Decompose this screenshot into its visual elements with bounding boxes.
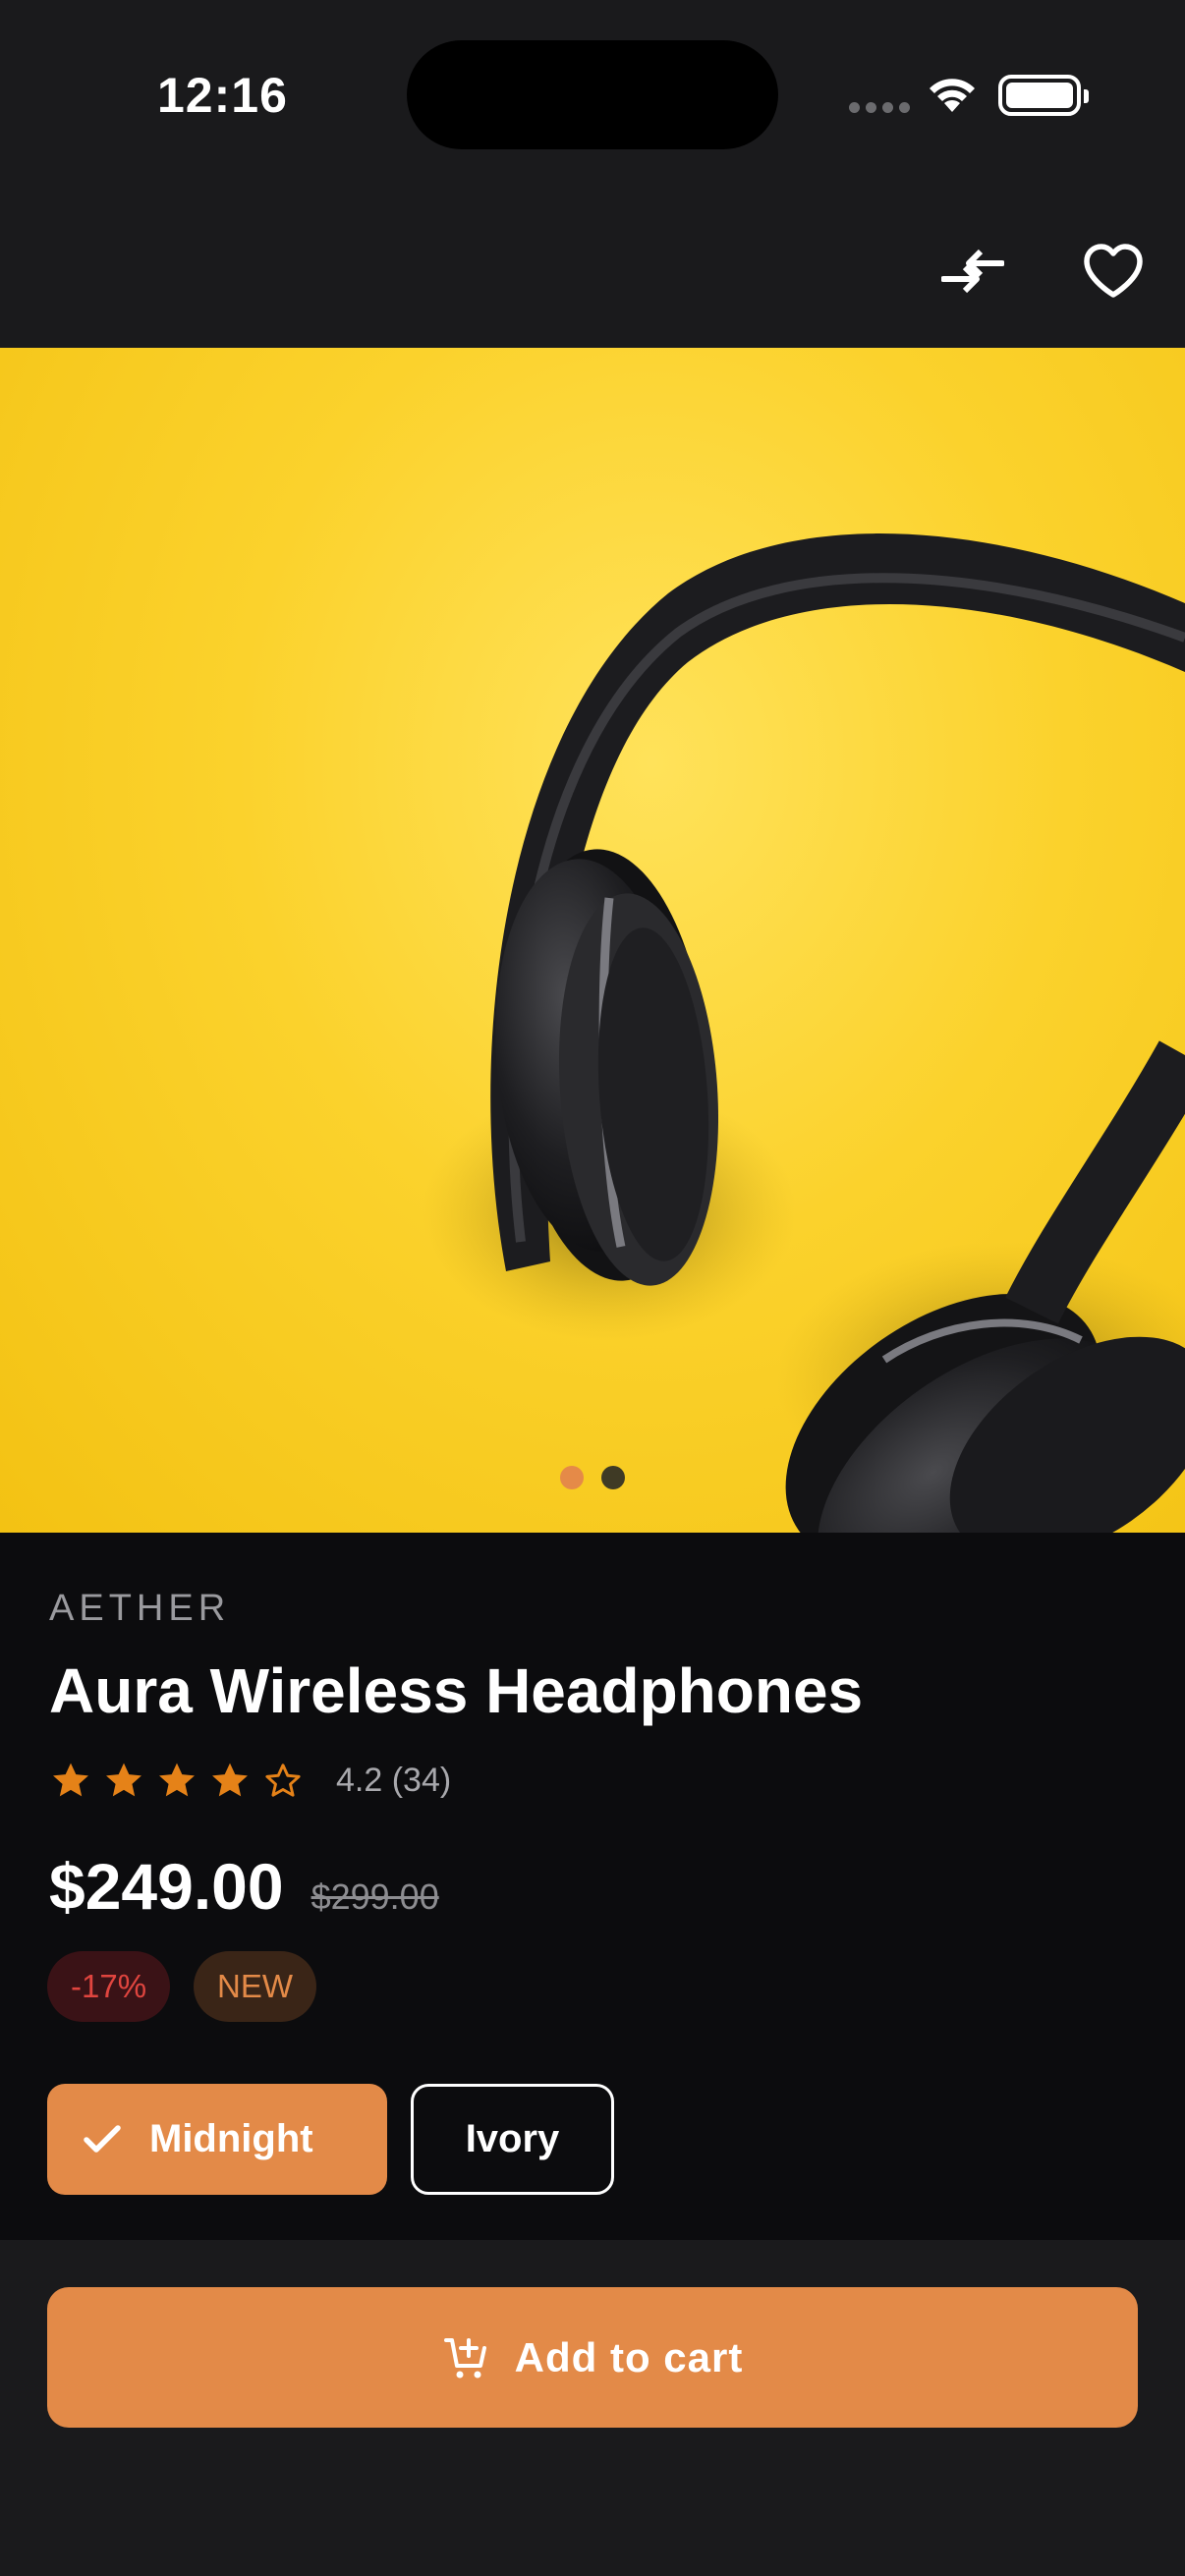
add-to-cart-label: Add to cart: [514, 2333, 744, 2380]
star-filled-icon: [53, 1763, 88, 1797]
top-action-bar: [0, 177, 1185, 348]
product-info: AETHER Aura Wireless Headphones 4.2 (34)…: [0, 1533, 1185, 2240]
pagination-dot[interactable]: [601, 1466, 625, 1489]
favorite-button[interactable]: [1074, 232, 1153, 310]
star-filled-icon: [106, 1763, 141, 1797]
variant-ivory[interactable]: Ivory: [411, 2084, 614, 2195]
rating-text: 4.2 (34): [336, 1761, 452, 1799]
product-image[interactable]: [0, 348, 1185, 1533]
star-filled-icon: [212, 1763, 248, 1797]
current-price: $249.00: [49, 1850, 284, 1923]
product-rating[interactable]: 4.2 (34): [49, 1759, 451, 1802]
cellular-signal-icon: [849, 102, 910, 113]
headphones-illustration: [423, 533, 1185, 1533]
color-variants: Midnight Ivory: [47, 2084, 614, 2195]
battery-icon: [998, 75, 1089, 116]
wifi-icon: [930, 79, 975, 112]
product-title: Aura Wireless Headphones: [49, 1655, 864, 1726]
check-icon: [84, 2124, 121, 2153]
bottom-action-bar: Add to cart: [0, 2240, 1185, 2576]
new-badge: NEW: [194, 1951, 317, 2022]
discount-badge: -17%: [47, 1951, 171, 2022]
add-to-cart-button[interactable]: Add to cart: [47, 2287, 1138, 2428]
status-bar: 12:16: [0, 0, 1185, 177]
star-outline-icon: [265, 1764, 301, 1797]
dynamic-island: [407, 40, 778, 149]
product-brand: AETHER: [49, 1588, 231, 1629]
compare-arrows-icon: [941, 249, 1004, 294]
variant-midnight[interactable]: Midnight: [47, 2084, 387, 2195]
original-price: $299.00: [310, 1876, 439, 1917]
compare-button[interactable]: [933, 232, 1012, 310]
status-time: 12:16: [157, 68, 288, 123]
rating-stars: [49, 1759, 305, 1802]
star-filled-icon: [159, 1763, 195, 1797]
add-shopping-cart-icon: [443, 2337, 486, 2378]
variant-label: Midnight: [149, 2117, 313, 2160]
product-badges: -17% NEW: [47, 1951, 317, 2022]
heart-outline-icon: [1084, 244, 1143, 298]
gallery-pagination: [0, 1466, 1185, 1489]
variant-label: Ivory: [465, 2117, 560, 2160]
pagination-dot-active[interactable]: [560, 1466, 584, 1489]
price-row: $249.00 $299.00: [49, 1849, 439, 1924]
